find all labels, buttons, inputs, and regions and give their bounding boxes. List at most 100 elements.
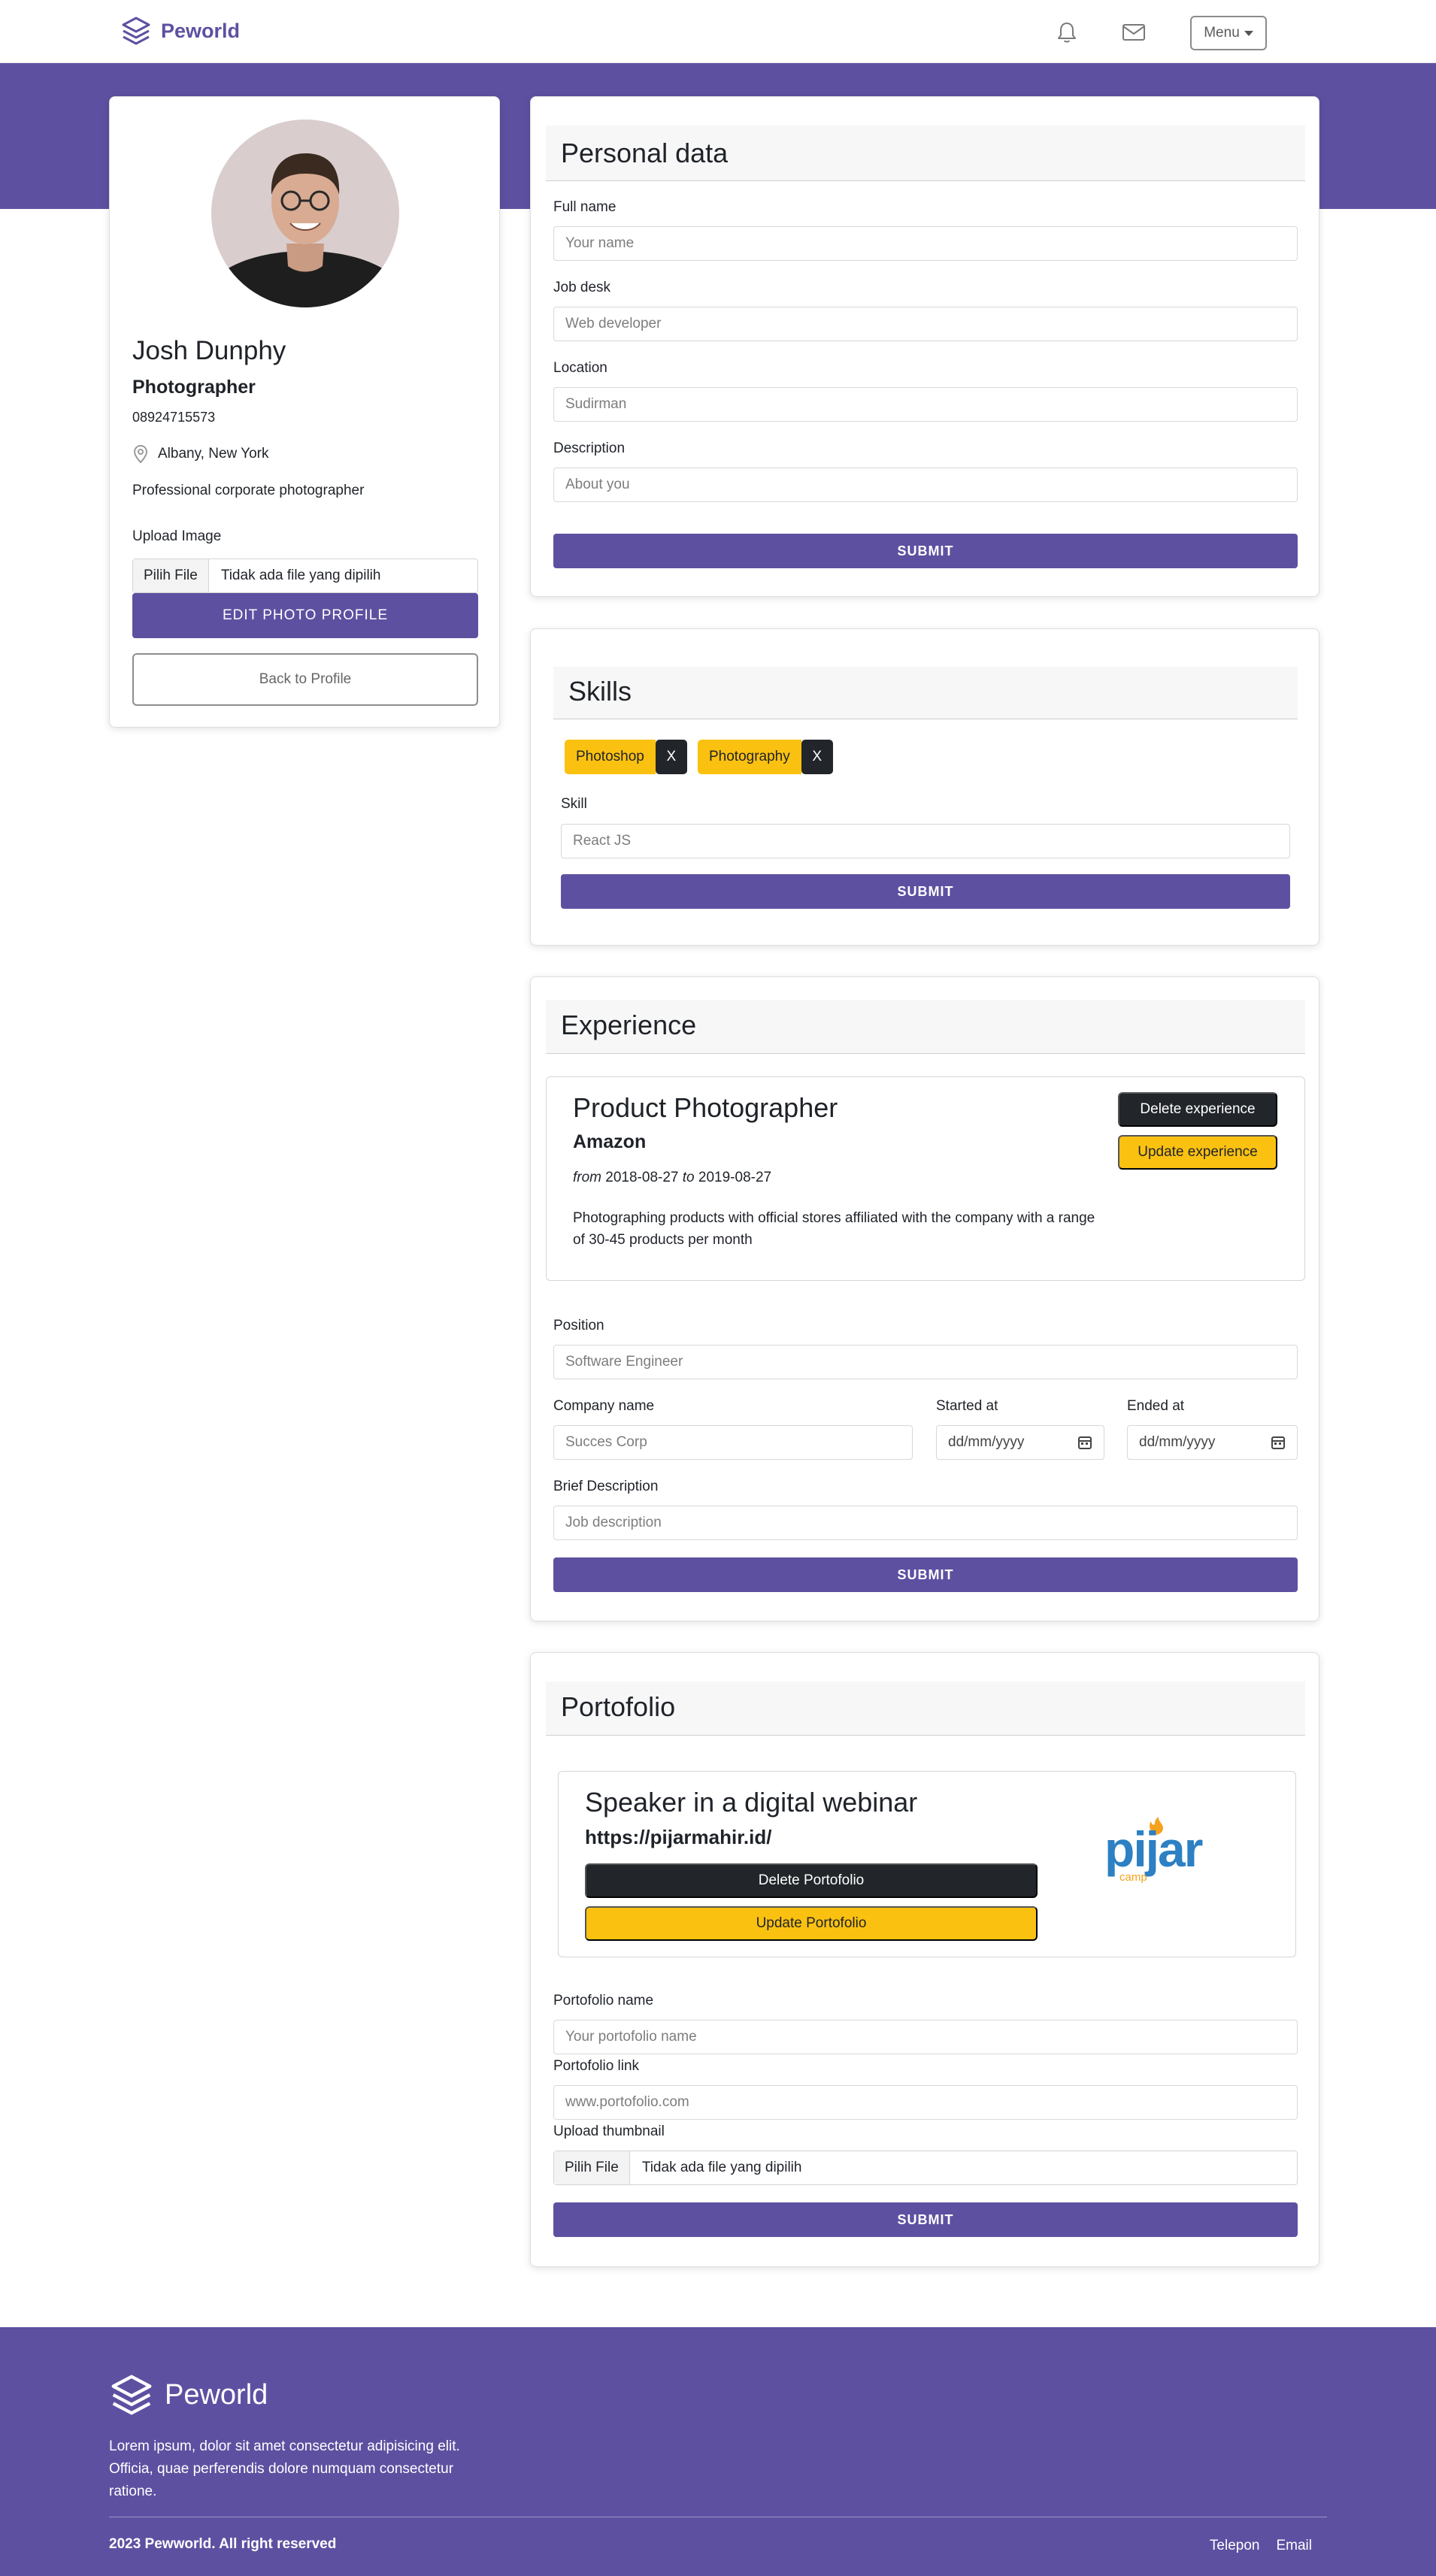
footer-link-telepon[interactable]: Telepon [1210, 2538, 1260, 2554]
skill-name: Photography [698, 740, 801, 774]
portfolio-link-input[interactable]: www.portofolio.com [553, 2085, 1298, 2120]
profile-name: Josh Dunphy [132, 336, 286, 365]
brand-name: Peworld [161, 19, 241, 42]
experience-card: Experience Product Photographer Amazon f… [530, 976, 1319, 1621]
footer-copyright: 2023 Pewworld. All right reserved [109, 2536, 337, 2552]
description-input[interactable]: About you [553, 468, 1298, 502]
update-portfolio-button[interactable]: Update Portofolio [585, 1906, 1038, 1941]
menu-dropdown-button[interactable]: Menu [1190, 16, 1267, 50]
started-date-input[interactable]: dd/mm/yyyy [936, 1425, 1104, 1460]
navbar: Peworld Menu [0, 0, 1436, 63]
brief-description-input[interactable]: Job description [553, 1506, 1298, 1540]
footer: Peworld Lorem ipsum, dolor sit amet cons… [0, 2327, 1436, 2576]
portfolio-item: Speaker in a digital webinar https://pij… [558, 1771, 1296, 1957]
footer-link-email[interactable]: Email [1276, 2538, 1312, 2554]
ended-placeholder: dd/mm/yyyy [1139, 1434, 1216, 1450]
ended-date-input[interactable]: dd/mm/yyyy [1127, 1425, 1298, 1460]
started-placeholder: dd/mm/yyyy [948, 1434, 1025, 1450]
location-input[interactable]: Sudirman [553, 387, 1298, 422]
portfolio-header: Portofolio [546, 1682, 1305, 1736]
description-label: Description [553, 440, 626, 456]
caret-down-icon [1244, 30, 1253, 36]
portfolio-thumbnail: pijar camp [1104, 1817, 1232, 1892]
skills-submit-button[interactable]: SUBMIT [561, 874, 1290, 909]
menu-label: Menu [1204, 25, 1240, 41]
experience-description: Photographing products with official sto… [573, 1210, 1095, 1248]
skill-input[interactable]: React JS [561, 824, 1290, 858]
bell-icon[interactable] [1054, 20, 1080, 45]
footer-links: Telepon Email [1210, 2538, 1312, 2554]
skill-label: Skill [561, 796, 587, 812]
logo-text: pijar [1104, 1821, 1203, 1877]
personal-data-header: Personal data [546, 126, 1305, 181]
logo-subtext: camp [1119, 1871, 1147, 1884]
company-input[interactable]: Succes Corp [553, 1425, 913, 1460]
delete-experience-button[interactable]: Delete experience [1118, 1092, 1277, 1127]
update-experience-button[interactable]: Update experience [1118, 1135, 1277, 1170]
portfolio-submit-button[interactable]: SUBMIT [553, 2202, 1298, 2237]
experience-header: Experience [546, 1000, 1305, 1054]
brief-description-label: Brief Description [553, 1479, 659, 1494]
remove-skill-button[interactable]: X [655, 740, 687, 774]
full-name-label: Full name [553, 199, 617, 215]
experience-submit-button[interactable]: SUBMIT [553, 1557, 1298, 1592]
to-date: 2019-08-27 [698, 1170, 772, 1185]
experience-position: Product Photographer [573, 1092, 838, 1123]
back-to-profile-button[interactable]: Back to Profile [132, 653, 478, 706]
remove-skill-button[interactable]: X [801, 740, 833, 774]
upload-thumbnail-label: Upload thumbnail [553, 2123, 665, 2139]
brand-logo[interactable]: Peworld [120, 15, 240, 47]
from-date: 2018-08-27 [605, 1170, 679, 1185]
section-title: Personal data [561, 138, 729, 168]
footer-brand[interactable]: Peworld [109, 2372, 268, 2417]
ended-label: Ended at [1127, 1398, 1185, 1414]
job-desk-label: Job desk [553, 280, 611, 295]
calendar-icon[interactable] [1077, 1435, 1092, 1450]
portfolio-link-label: Portofolio link [553, 2058, 640, 2074]
personal-submit-button[interactable]: SUBMIT [553, 534, 1298, 568]
file-status: Tidak ada file yang dipilih [641, 2160, 802, 2175]
full-name-input[interactable]: Your name [553, 226, 1298, 261]
personal-data-card: Personal data Full name Your name Job de… [530, 96, 1319, 597]
profile-job: Photographer [132, 377, 256, 398]
portfolio-name-label: Portofolio name [553, 1993, 654, 2008]
to-word: to [682, 1170, 695, 1185]
section-title: Portofolio [561, 1691, 676, 1722]
skill-chip: Photoshop X [565, 740, 687, 774]
location-text: Albany, New York [158, 446, 269, 462]
location-label: Location [553, 360, 607, 376]
skills-card: Skills Photoshop X Photography X Skill R… [530, 628, 1319, 946]
portfolio-link[interactable]: https://pijarmahir.id/ [585, 1826, 771, 1849]
experience-dates: from 2018-08-27 to 2019-08-27 [573, 1170, 771, 1186]
upload-image-label: Upload Image [132, 528, 222, 544]
thumbnail-file-input[interactable]: Pilih File Tidak ada file yang dipilih [553, 2151, 1298, 2185]
delete-portfolio-button[interactable]: Delete Portofolio [585, 1863, 1038, 1898]
profile-card: Josh Dunphy Photographer 08924715573 Alb… [109, 96, 500, 728]
skill-chip: Photography X [698, 740, 833, 774]
profile-location: Albany, New York [132, 444, 269, 464]
from-word: from [573, 1170, 601, 1185]
layers-logo-icon [111, 2375, 152, 2415]
portfolio-card: Portofolio Speaker in a digital webinar … [530, 1652, 1319, 2267]
choose-file-button[interactable]: Pilih File [133, 559, 209, 592]
calendar-icon[interactable] [1271, 1435, 1286, 1450]
section-title: Experience [561, 1010, 697, 1040]
profile-phone: 08924715573 [132, 410, 216, 425]
choose-file-button[interactable]: Pilih File [554, 2151, 630, 2184]
footer-description: Lorem ipsum, dolor sit amet consectetur … [109, 2438, 460, 2499]
job-desk-input[interactable]: Web developer [553, 307, 1298, 341]
company-label: Company name [553, 1398, 655, 1414]
footer-brand-name: Peworld [165, 2378, 268, 2411]
position-input[interactable]: Software Engineer [553, 1345, 1298, 1379]
mail-icon[interactable] [1121, 20, 1147, 45]
map-pin-icon [133, 444, 148, 464]
file-status: Tidak ada file yang dipilih [220, 568, 381, 583]
section-title: Skills [568, 676, 632, 707]
position-label: Position [553, 1318, 604, 1333]
skills-header: Skills [553, 667, 1298, 719]
skill-name: Photoshop [565, 740, 656, 774]
portfolio-name-input[interactable]: Your portofolio name [553, 2020, 1298, 2054]
portfolio-name: Speaker in a digital webinar [585, 1787, 918, 1818]
profile-file-input[interactable]: Pilih File Tidak ada file yang dipilih [132, 558, 478, 593]
edit-photo-button[interactable]: EDIT PHOTO PROFILE [132, 593, 478, 638]
